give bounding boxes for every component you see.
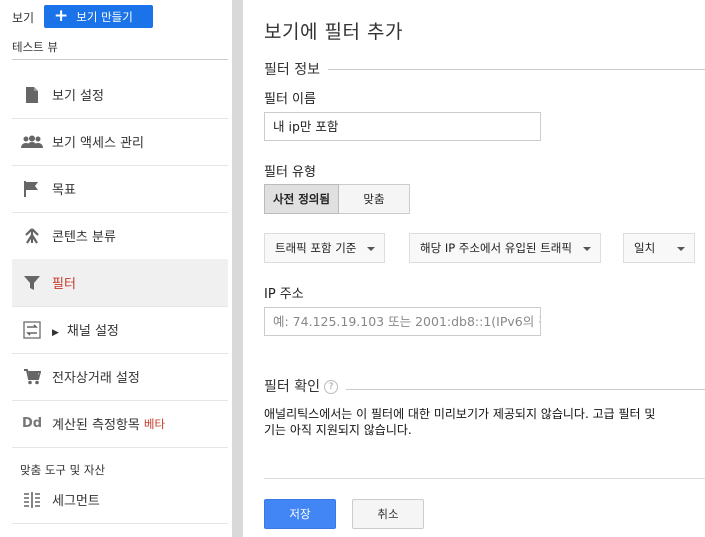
verify-info-line1: 애널리틱스에서는 이 필터에 대한 미리보기가 제공되지 않습니다. 고급 필터… bbox=[264, 407, 656, 421]
verify-info-line2: 기는 아직 지원되지 않습니다. bbox=[264, 423, 412, 437]
cancel-button[interactable]: 취소 bbox=[352, 499, 424, 529]
segment-icon bbox=[12, 491, 52, 508]
help-icon[interactable]: ? bbox=[323, 380, 338, 394]
tab-custom[interactable]: 맞춤 bbox=[339, 184, 410, 214]
dropdown-label: 트래픽 포함 기준 bbox=[275, 241, 357, 255]
sidebar-item-filters[interactable]: 필터 bbox=[12, 259, 228, 306]
filter-name-label: 필터 이름 bbox=[264, 92, 316, 107]
sidebar-item-label: 콘텐츠 분류 bbox=[52, 230, 116, 245]
sidebar-item-label: 필터 bbox=[52, 277, 76, 292]
filter-name-input[interactable]: 내 ip만 포함 bbox=[264, 112, 541, 141]
sidebar-header: 보기 + 보기 만들기 테스트 뷰 bbox=[0, 0, 232, 60]
people-icon bbox=[12, 135, 52, 149]
divider bbox=[12, 523, 228, 524]
sidebar-item-view-settings[interactable]: 보기 설정 bbox=[12, 71, 228, 118]
sidebar-item-segments[interactable]: 세그먼트 bbox=[12, 476, 228, 523]
chevron-down-icon bbox=[583, 247, 591, 251]
verify-title-text: 필터 확인 bbox=[264, 379, 320, 395]
sidebar-item-content-grouping[interactable]: 콘텐츠 분류 bbox=[12, 212, 228, 259]
filter-info-title: 필터 정보 bbox=[264, 59, 328, 79]
content-grouping-icon bbox=[12, 227, 52, 245]
divider bbox=[12, 59, 228, 60]
sidebar-item-label: 세그먼트 bbox=[52, 494, 100, 509]
sidebar-item-channel-settings[interactable]: ▶ 채널 설정 bbox=[12, 306, 228, 353]
dd-icon: Dd bbox=[21, 416, 43, 431]
flag-icon bbox=[12, 180, 52, 198]
traffic-include-dropdown[interactable]: 트래픽 포함 기준 bbox=[264, 233, 385, 263]
dropdown-label: 해당 IP 주소에서 유입된 트래픽 bbox=[420, 241, 572, 255]
match-type-dropdown[interactable]: 일치 bbox=[623, 233, 695, 263]
sidebar-item-goals[interactable]: 목표 bbox=[12, 165, 228, 212]
beta-badge: 베타 bbox=[143, 416, 166, 431]
sidebar: 보기 + 보기 만들기 테스트 뷰 보기 설정 보기 액세스 관리 목표 콘텐츠… bbox=[0, 0, 232, 537]
view-selector[interactable]: 테스트 뷰 bbox=[12, 39, 58, 55]
sidebar-scrollbar[interactable] bbox=[232, 0, 243, 537]
sidebar-item-label: 보기 액세스 관리 bbox=[52, 136, 144, 151]
document-icon bbox=[12, 86, 52, 104]
sidebar-item-ecommerce[interactable]: 전자상거래 설정 bbox=[12, 353, 228, 400]
page-title: 보기에 필터 추가 bbox=[264, 21, 403, 43]
sidebar-item-label: 보기 설정 bbox=[52, 89, 104, 104]
dropdown-label: 일치 bbox=[634, 241, 656, 255]
chevron-down-icon bbox=[677, 247, 685, 251]
cart-icon bbox=[12, 368, 52, 385]
verify-info-text: 애널리틱스에서는 이 필터에 대한 미리보기가 제공되지 않습니다. 고급 필터… bbox=[264, 406, 705, 438]
sidebar-item-calculated-metrics[interactable]: Dd 계산된 측정항목 베타 bbox=[12, 400, 228, 447]
verify-title: 필터 확인? bbox=[264, 376, 346, 396]
filter-type-label: 필터 유형 bbox=[264, 165, 316, 180]
sidebar-item-label: 전자상거래 설정 bbox=[52, 371, 140, 386]
tab-predefined[interactable]: 사전 정의됨 bbox=[264, 184, 339, 214]
channel-icon bbox=[12, 320, 52, 339]
save-button[interactable]: 저장 bbox=[264, 499, 336, 529]
ip-address-label: IP 주소 bbox=[264, 287, 304, 302]
sidebar-item-label: 계산된 측정항목 bbox=[52, 418, 140, 433]
sidebar-item-access[interactable]: 보기 액세스 관리 bbox=[12, 118, 228, 165]
chevron-down-icon bbox=[367, 247, 375, 251]
sidebar-item-label: ▶ 채널 설정 bbox=[52, 320, 119, 339]
filter-type-toggle: 사전 정의됨 맞춤 bbox=[264, 184, 410, 214]
filter-icon bbox=[12, 275, 52, 291]
divider bbox=[264, 69, 705, 70]
channel-settings-label: 채널 설정 bbox=[66, 324, 119, 339]
divider bbox=[12, 447, 228, 448]
view-label: 보기 bbox=[12, 11, 35, 25]
plus-icon: + bbox=[54, 6, 69, 26]
expand-arrow-icon[interactable]: ▶ bbox=[52, 328, 59, 338]
create-view-label: 보기 만들기 bbox=[76, 9, 133, 24]
ip-address-input[interactable]: 예: 74.125.19.103 또는 2001:db8::1(IPv6의 경우… bbox=[264, 307, 541, 336]
main-panel: 보기에 필터 추가 필터 정보 필터 이름 내 ip만 포함 필터 유형 사전 … bbox=[243, 0, 705, 537]
divider bbox=[264, 478, 705, 479]
create-view-button[interactable]: + 보기 만들기 bbox=[44, 5, 153, 28]
traffic-source-dropdown[interactable]: 해당 IP 주소에서 유입된 트래픽 bbox=[409, 233, 601, 263]
sidebar-item-label: 목표 bbox=[52, 183, 76, 198]
